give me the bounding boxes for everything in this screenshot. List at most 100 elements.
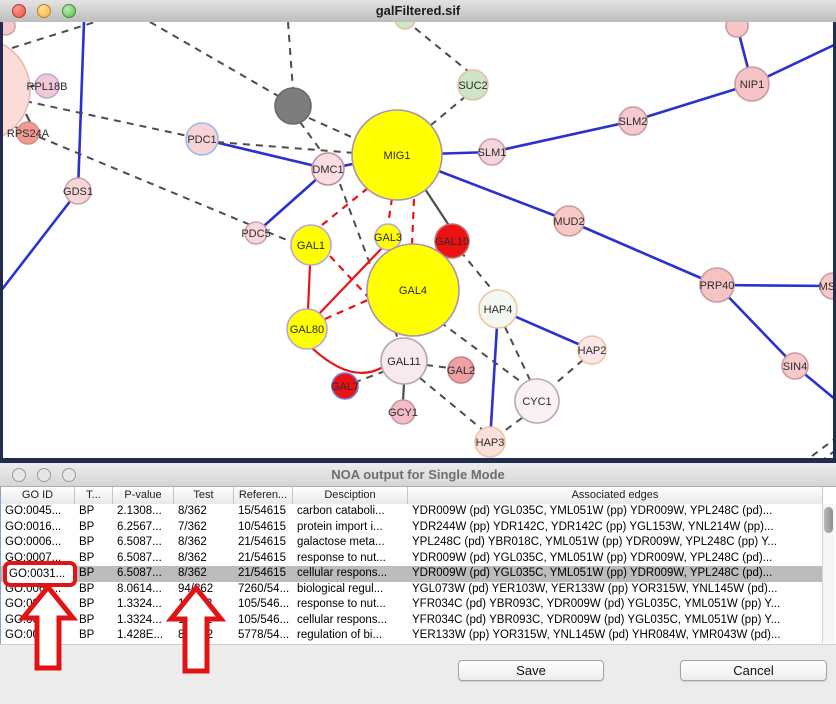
cell: YDR009W (pd) YGL035C, YML051W (pp) YDR00… xyxy=(408,566,823,582)
cell: cellular respons... xyxy=(293,613,408,629)
noa-window-titlebar[interactable]: NOA output for Single Mode xyxy=(0,463,836,487)
edge-blue[interactable] xyxy=(0,191,78,292)
cell: 7/362 xyxy=(174,520,234,536)
cancel-button[interactable]: Cancel xyxy=(680,660,827,681)
save-button[interactable]: Save xyxy=(458,660,604,681)
edge-blue[interactable] xyxy=(633,84,752,121)
cell: protein import i... xyxy=(293,520,408,536)
edge-dark[interactable] xyxy=(403,383,404,401)
network-canvas[interactable]: RPL18BRPS24AGDS1PDC1PDC5MIG1SUC2SLM1DMC1… xyxy=(0,22,836,458)
edge-blue[interactable] xyxy=(202,139,328,169)
cell: 10/54615 xyxy=(234,520,293,536)
node-label: CYC1 xyxy=(522,396,551,408)
edge-red-dashed[interactable] xyxy=(388,198,392,225)
edge-red[interactable] xyxy=(308,265,310,310)
cell: 2.1308... xyxy=(113,504,174,520)
cell: YER133W (pp) YOR315W, YNL145W (pd) YHR08… xyxy=(408,628,823,644)
table-header-row: GO IDT...P-valueTestReferen...Desciption… xyxy=(1,487,823,505)
table-row[interactable]: GO:0016...BP6.2567...7/36210/54615protei… xyxy=(1,520,823,536)
node-unlabeled[interactable] xyxy=(395,22,415,29)
edge-dashed[interactable] xyxy=(25,101,188,136)
column-header-t-[interactable]: T... xyxy=(75,487,113,504)
node-label: HAP3 xyxy=(476,437,505,449)
edge-blue[interactable] xyxy=(492,121,633,152)
edge-blue[interactable] xyxy=(78,22,84,191)
cell: 8/362 xyxy=(174,535,234,551)
graph-window-titlebar[interactable]: galFiltered.sif xyxy=(0,0,836,23)
table-row[interactable]: GO:0007...BP6.5087...8/36221/54615respon… xyxy=(1,551,823,567)
cell: 11/362 xyxy=(174,597,234,613)
cell: 105/546... xyxy=(234,597,293,613)
cell: 6.5087... xyxy=(113,535,174,551)
edge-dashed[interactable] xyxy=(420,378,484,431)
table-row[interactable]: GO:0050...BP1.428E...80/3625778/54...reg… xyxy=(1,628,823,644)
node-label: GAL3 xyxy=(374,232,402,244)
column-header-go-id[interactable]: GO ID xyxy=(1,487,75,504)
node-unlabeled[interactable] xyxy=(726,22,748,37)
column-header-p-value[interactable]: P-value xyxy=(113,487,174,504)
cell: 1.3324... xyxy=(113,613,174,629)
edge-dashed[interactable] xyxy=(288,22,293,90)
cell: GO:0050... xyxy=(1,628,75,644)
table-row[interactable]: GO:0045...BP2.1308...8/36215/54615carbon… xyxy=(1,504,823,520)
table-row[interactable]: GO:0006...BP6.5087...8/36221/54615galact… xyxy=(1,535,823,551)
column-header-associated-edges[interactable]: Associated edges xyxy=(408,487,823,504)
cell: BP xyxy=(75,520,113,536)
cell: 6.5087... xyxy=(113,566,174,582)
cell: 21/54615 xyxy=(234,551,293,567)
edge-dashed[interactable] xyxy=(505,327,530,380)
node-label: PDC1 xyxy=(187,134,216,146)
cell: YFR034C (pd) YBR093C, YDR009W (pd) YGL03… xyxy=(408,613,823,629)
edge-dashed[interactable] xyxy=(405,22,469,72)
cell: BP xyxy=(75,597,113,613)
node-label: GAL7 xyxy=(331,381,359,393)
edge-dashed[interactable] xyxy=(309,118,358,140)
table-row[interactable]: GO:0031...BP1.3324...11/362105/546...res… xyxy=(1,597,823,613)
node-label: HAP4 xyxy=(484,304,513,316)
edge-dashed[interactable] xyxy=(431,96,466,125)
edge-red-curve[interactable] xyxy=(312,348,383,373)
edge-blue[interactable] xyxy=(490,309,498,442)
edge-dashed[interactable] xyxy=(556,360,583,383)
scrollbar-thumb[interactable] xyxy=(824,507,833,533)
cell: 6.5087... xyxy=(113,551,174,567)
edge-dashed[interactable] xyxy=(150,22,285,100)
cell: 7260/54... xyxy=(234,582,293,598)
cell: 80/362 xyxy=(174,628,234,644)
cell: 1.3324... xyxy=(113,597,174,613)
divider xyxy=(0,644,836,645)
cell: GO:0045... xyxy=(1,504,75,520)
cell: 6.2567... xyxy=(113,520,174,536)
node-unlabeled[interactable] xyxy=(275,88,311,124)
cell: YDR009W (pd) YGL035C, YML051W (pp) YDR00… xyxy=(408,504,823,520)
edge-dark[interactable] xyxy=(425,189,450,227)
cell: 21/54615 xyxy=(234,535,293,551)
cell: GO:0031... xyxy=(1,613,75,629)
column-header-desciption[interactable]: Desciption xyxy=(293,487,408,504)
node-label: RPS24A xyxy=(7,128,50,140)
noa-results-table: GO IDT...P-valueTestReferen...Desciption… xyxy=(0,487,836,644)
edge-red-dashed[interactable] xyxy=(412,199,414,245)
table-row[interactable]: GO:0031...BP6.5087...8/36221/54615cellul… xyxy=(1,566,823,582)
column-header-referen-[interactable]: Referen... xyxy=(234,487,293,504)
annotation-highlight-box: GO:0031... xyxy=(3,561,77,587)
node-label: GAL4 xyxy=(399,285,427,297)
table-scrollbar[interactable] xyxy=(822,504,835,643)
edge-red-dashed[interactable] xyxy=(317,188,368,229)
screen: galFiltered.sif RPL18BRPS24AGDS1PDC1PDC5… xyxy=(0,0,836,704)
cell: 11/362 xyxy=(174,613,234,629)
edge-dashed[interactable] xyxy=(500,418,522,434)
node-label: GAL11 xyxy=(387,356,420,368)
node-label: GAL1 xyxy=(297,240,325,252)
table-row[interactable]: GO:0065...BP8.0614...94/3627260/54...bio… xyxy=(1,582,823,598)
table-row[interactable]: GO:0031...BP1.3324...11/362105/546...cel… xyxy=(1,613,823,629)
node-label: HAP2 xyxy=(578,345,607,357)
edge-blue[interactable] xyxy=(569,221,717,285)
node-label: SLM1 xyxy=(478,147,507,159)
node-label: GCY1 xyxy=(388,407,418,419)
edge-red-dashed[interactable] xyxy=(330,256,370,299)
column-header-test[interactable]: Test xyxy=(174,487,234,504)
cell: GO:0016... xyxy=(1,520,75,536)
cell: BP xyxy=(75,504,113,520)
button-bar: Save Cancel xyxy=(0,658,836,688)
